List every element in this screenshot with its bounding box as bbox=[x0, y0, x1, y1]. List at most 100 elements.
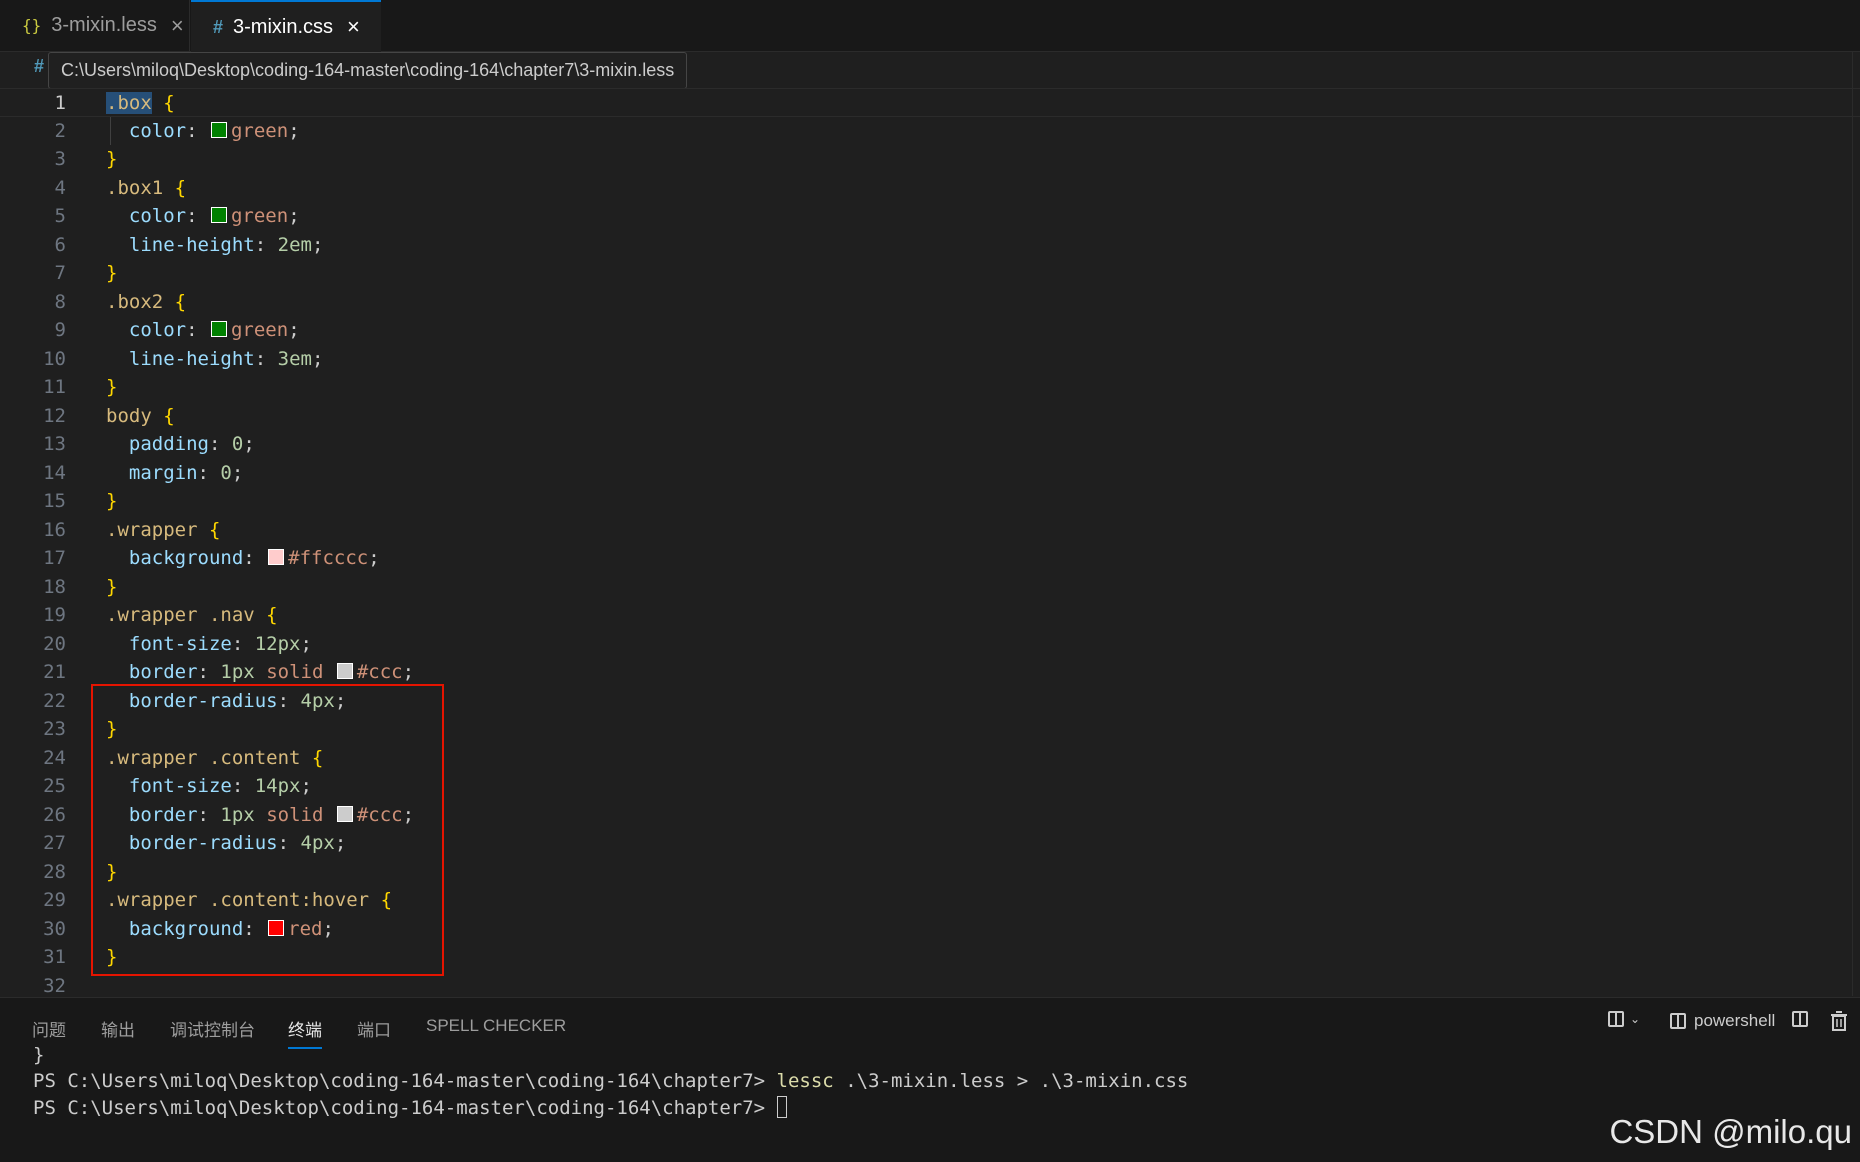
tab-3-mixin-less[interactable]: {} 3-mixin.less × bbox=[0, 0, 190, 51]
new-terminal-split-button[interactable]: ⌄ bbox=[1608, 1011, 1640, 1027]
code-text: padding: 0; bbox=[106, 430, 255, 459]
code-text: color: green; bbox=[106, 202, 300, 231]
code-line[interactable]: 9 color: green; bbox=[0, 316, 1860, 345]
code-token: 0 bbox=[231, 433, 244, 455]
code-line[interactable]: 5 color: green; bbox=[0, 202, 1860, 231]
code-line[interactable]: 8 .box2 { bbox=[0, 288, 1860, 317]
code-line[interactable]: 21 border: 1px solid #ccc; bbox=[0, 658, 1860, 687]
line-number: 6 bbox=[54, 233, 66, 256]
close-icon[interactable]: × bbox=[347, 14, 360, 40]
terminal-icon bbox=[1670, 1013, 1686, 1029]
code-token: 3em bbox=[277, 347, 312, 370]
code-token: : bbox=[197, 461, 221, 484]
code-line[interactable]: 18} bbox=[0, 573, 1860, 602]
code-token: ; bbox=[288, 205, 300, 227]
terminal-shell-selector[interactable]: powershell bbox=[1670, 1011, 1775, 1031]
code-line[interactable]: 6 line-height: 2em; bbox=[0, 231, 1860, 260]
breadcrumb-css-icon[interactable]: # bbox=[34, 56, 44, 77]
line-number: 31 bbox=[43, 946, 66, 968]
code-token: } bbox=[106, 262, 118, 284]
shell-label: powershell bbox=[1694, 1011, 1776, 1030]
line-number: 9 bbox=[54, 319, 66, 341]
tab-label: 3-mixin.css bbox=[233, 15, 334, 38]
code-token: .box1 bbox=[106, 176, 164, 199]
tab-problems[interactable]: 问题 bbox=[32, 1016, 66, 1041]
code-token: 0 bbox=[220, 461, 232, 484]
editor-scrollbar[interactable] bbox=[1852, 51, 1853, 996]
code-token: : bbox=[231, 632, 255, 655]
code-line[interactable]: 4 .box1 { bbox=[0, 174, 1860, 203]
code-line[interactable]: 7} bbox=[0, 259, 1860, 288]
code-line[interactable]: 20 font-size: 12px; bbox=[0, 630, 1860, 659]
line-number: 11 bbox=[43, 376, 66, 398]
line-number: 13 bbox=[43, 433, 66, 455]
line-number: 10 bbox=[43, 347, 66, 370]
code-token: { bbox=[208, 518, 221, 541]
terminal-input-line[interactable]: PS C:\Users\miloq\Desktop\coding-164-mas… bbox=[33, 1096, 787, 1119]
kill-terminal-button[interactable] bbox=[1830, 1011, 1848, 1031]
code-line[interactable]: 3} bbox=[0, 145, 1860, 174]
color-swatch-icon[interactable] bbox=[210, 207, 227, 223]
tab-spell-checker[interactable]: SPELL CHECKER bbox=[426, 1016, 566, 1036]
code-line[interactable]: 14 margin: 0; bbox=[0, 459, 1860, 488]
code-line[interactable]: 11} bbox=[0, 373, 1860, 402]
tab-debug-console[interactable]: 调试控制台 bbox=[170, 1016, 255, 1041]
terminal-prompt: PS C:\Users\miloq\Desktop\coding-164-mas… bbox=[33, 1097, 777, 1119]
code-line[interactable]: 13 padding: 0; bbox=[0, 430, 1860, 459]
color-swatch-icon[interactable] bbox=[268, 549, 285, 565]
tab-terminal[interactable]: 终端 bbox=[288, 1016, 322, 1049]
tab-label: 3-mixin.less bbox=[51, 14, 157, 36]
code-token: : bbox=[197, 661, 221, 683]
code-token: } bbox=[106, 376, 118, 398]
line-number: 24 bbox=[43, 746, 66, 769]
color-swatch-icon[interactable] bbox=[210, 121, 227, 138]
code-line[interactable]: 1 .box { bbox=[0, 88, 1860, 117]
tab-output[interactable]: 输出 bbox=[101, 1016, 135, 1041]
code-text: color: green; bbox=[106, 316, 300, 345]
code-line[interactable]: 16 .wrapper { bbox=[0, 516, 1860, 545]
code-text: font-size: 12px; bbox=[106, 630, 312, 659]
tab-ports[interactable]: 端口 bbox=[357, 1016, 391, 1041]
tab-3-mixin-css[interactable]: # 3-mixin.css × bbox=[191, 0, 381, 52]
terminal-line: } bbox=[33, 1044, 45, 1066]
code-token: #ffcccc bbox=[288, 547, 369, 569]
code-token: ; bbox=[231, 461, 244, 484]
code-text: line-height: 2em; bbox=[106, 231, 324, 260]
terminal-line: PS C:\Users\miloq\Desktop\coding-164-mas… bbox=[33, 1070, 1188, 1092]
code-token: { bbox=[174, 176, 187, 199]
code-line[interactable]: 12 body { bbox=[0, 402, 1860, 431]
code-token: .wrapper bbox=[106, 518, 198, 541]
code-line[interactable]: 15} bbox=[0, 487, 1860, 516]
code-token: .box bbox=[106, 92, 152, 114]
code-token: font-size bbox=[128, 632, 232, 655]
color-swatch-icon[interactable] bbox=[210, 321, 227, 337]
code-line[interactable]: 17 background: #ffcccc; bbox=[0, 544, 1860, 573]
code-line[interactable]: 10 line-height: 3em; bbox=[0, 345, 1860, 374]
code-token: border bbox=[128, 661, 198, 683]
code-token: ; bbox=[300, 632, 312, 655]
code-token: color bbox=[128, 319, 187, 341]
code-token: 12px bbox=[254, 632, 301, 655]
code-line[interactable]: 2 color: green; bbox=[0, 117, 1860, 146]
code-text: border: 1px solid #ccc; bbox=[106, 658, 414, 687]
line-number: 32 bbox=[43, 974, 66, 997]
code-token: : bbox=[186, 319, 209, 341]
code-editor[interactable]: 1 .box {2 color: green; 3} 4 .box1 {5 color:… bbox=[0, 88, 1860, 997]
code-token: : bbox=[186, 119, 209, 142]
code-text: .wrapper { bbox=[106, 516, 220, 545]
code-token: { bbox=[163, 92, 175, 114]
code-token: ; bbox=[311, 233, 324, 256]
close-icon[interactable]: × bbox=[171, 13, 184, 39]
code-token: #ccc bbox=[356, 661, 403, 683]
code-token: } bbox=[106, 575, 118, 598]
terminal-prompt: PS C:\Users\miloq\Desktop\coding-164-mas… bbox=[33, 1070, 777, 1092]
split-terminal-button[interactable] bbox=[1792, 1011, 1808, 1027]
code-line[interactable]: 19 .wrapper .nav { bbox=[0, 601, 1860, 630]
line-number: 3 bbox=[54, 148, 66, 170]
color-swatch-icon[interactable] bbox=[336, 663, 353, 679]
code-text: margin: 0; bbox=[106, 459, 243, 488]
